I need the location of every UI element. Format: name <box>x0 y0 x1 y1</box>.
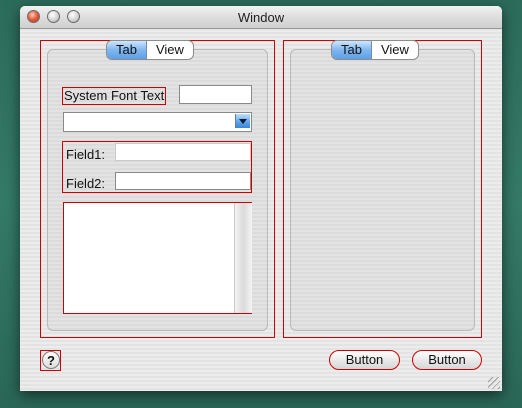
left-tab-view[interactable]: View <box>147 41 193 59</box>
right-tab-view[interactable]: View <box>372 41 418 59</box>
button-2[interactable]: Button <box>412 350 482 370</box>
title-bar[interactable]: Window <box>20 6 502 29</box>
field1-input[interactable] <box>115 143 251 161</box>
right-tab-control: Tab View <box>331 40 419 60</box>
app-window: Window Tab View System Font Text Field1:… <box>20 6 502 391</box>
field1-label: Field1: <box>66 147 106 162</box>
help-button[interactable]: ? <box>42 351 60 369</box>
text-field[interactable] <box>179 85 252 104</box>
resize-grip-icon[interactable] <box>488 377 500 389</box>
right-tab-content <box>290 49 475 331</box>
right-tab-tab[interactable]: Tab <box>332 41 372 59</box>
left-tab-tab[interactable]: Tab <box>107 41 147 59</box>
button-1[interactable]: Button <box>329 350 400 370</box>
right-tab-panel <box>283 40 482 338</box>
field2-input[interactable] <box>115 172 251 190</box>
system-font-text-label: System Font Text <box>62 87 167 105</box>
text-area[interactable] <box>64 203 234 313</box>
field2-label: Field2: <box>66 176 106 191</box>
left-tab-control: Tab View <box>106 40 194 60</box>
popup-button[interactable] <box>63 112 252 132</box>
window-title: Window <box>237 10 285 25</box>
chevron-down-icon[interactable] <box>235 114 250 128</box>
text-area-scrollbar[interactable] <box>234 203 252 313</box>
